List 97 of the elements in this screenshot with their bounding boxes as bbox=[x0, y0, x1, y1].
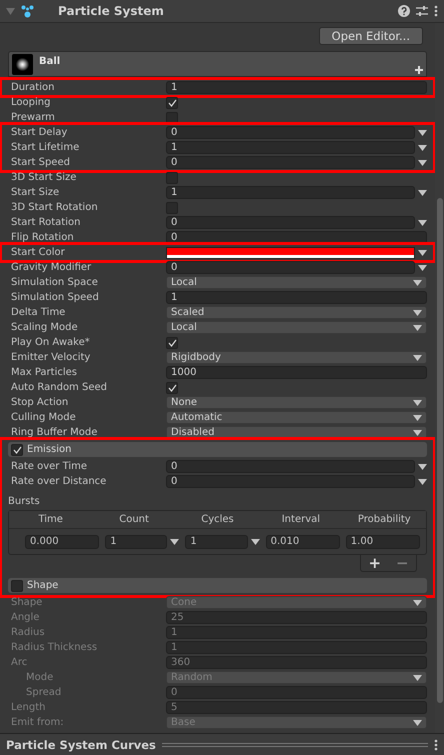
property-label: Arc bbox=[11, 657, 28, 668]
dropdown-arrow-icon[interactable] bbox=[250, 538, 260, 544]
module-header[interactable]: Shape bbox=[8, 578, 427, 593]
dropdown-arrow-icon[interactable] bbox=[418, 190, 427, 196]
property-label: Spread bbox=[26, 687, 62, 698]
column-header: Cycles bbox=[200, 514, 235, 525]
number-field[interactable]: 0 bbox=[166, 126, 415, 139]
dropdown-field[interactable]: None bbox=[166, 396, 427, 409]
number-field[interactable]: 0 bbox=[166, 156, 415, 169]
property-label: Start Rotation bbox=[11, 217, 82, 228]
property-label: Emit from: bbox=[11, 717, 65, 728]
checkmark-icon bbox=[168, 98, 176, 106]
column-header: Count bbox=[118, 514, 150, 525]
column-header: Interval bbox=[280, 514, 322, 525]
dropdown-field[interactable]: Automatic bbox=[166, 411, 427, 424]
checkbox[interactable] bbox=[166, 112, 178, 124]
number-field[interactable]: 1 bbox=[166, 141, 415, 154]
property-label: Looping bbox=[11, 97, 52, 108]
add-button[interactable]: + bbox=[364, 556, 386, 570]
checkbox[interactable] bbox=[11, 580, 23, 592]
number-field[interactable]: 0.000 bbox=[25, 534, 100, 548]
number-field[interactable]: 1 bbox=[166, 186, 415, 199]
module-title: Shape bbox=[27, 580, 58, 591]
dropdown-field[interactable]: Scaled bbox=[166, 306, 427, 319]
dropdown-field[interactable]: Local bbox=[166, 321, 427, 334]
property-label: Prewarm bbox=[11, 112, 56, 123]
property-label: Simulation Space bbox=[11, 277, 99, 288]
checkmark-icon bbox=[168, 338, 176, 346]
property-label: Gravity Modifier bbox=[11, 262, 92, 273]
dropdown-field[interactable]: Local bbox=[166, 276, 427, 289]
property-label: Duration bbox=[11, 82, 56, 93]
more-options-icon[interactable] bbox=[434, 738, 438, 750]
property-label: 3D Start Rotation bbox=[11, 202, 99, 213]
particle-texture-thumbnail bbox=[12, 54, 33, 75]
property-label: Flip Rotation bbox=[11, 232, 75, 243]
property-label: 3D Start Size bbox=[11, 172, 78, 183]
column-header: Probability bbox=[356, 514, 412, 525]
property-label: Mode bbox=[26, 672, 54, 683]
property-label: Start Color bbox=[11, 247, 66, 258]
component-title: Particle System bbox=[58, 4, 165, 18]
sliders-icon[interactable] bbox=[416, 5, 428, 17]
property-label: Culling Mode bbox=[11, 412, 77, 423]
property-label: Start Size bbox=[11, 187, 60, 198]
number-field[interactable]: 0 bbox=[166, 216, 415, 229]
open-editor-button[interactable]: Open Editor... bbox=[318, 27, 423, 45]
number-field[interactable]: 1.00 bbox=[346, 534, 420, 548]
module-title: Emission bbox=[27, 444, 72, 455]
checkbox[interactable] bbox=[166, 336, 178, 348]
property-label: Angle bbox=[11, 612, 40, 623]
number-field[interactable]: 1 bbox=[185, 534, 248, 548]
number-field[interactable]: 1 bbox=[166, 291, 427, 304]
module-title: Ball bbox=[39, 56, 60, 67]
property-label: Scaling Mode bbox=[11, 322, 79, 333]
property-label: Rate over Distance bbox=[11, 476, 108, 487]
plus-icon[interactable] bbox=[415, 66, 423, 74]
number-field[interactable]: 0 bbox=[166, 460, 415, 473]
number-field[interactable]: 0 bbox=[166, 475, 415, 488]
dropdown-arrow-icon[interactable] bbox=[170, 538, 180, 544]
column-header: Time bbox=[37, 514, 64, 525]
property-label: Radius bbox=[11, 627, 46, 638]
checkmark-icon bbox=[168, 384, 176, 392]
dropdown-field[interactable]: Rigidbody bbox=[166, 351, 427, 364]
number-field[interactable]: 0 bbox=[166, 261, 415, 274]
property-label: Length bbox=[11, 702, 46, 713]
bursts-label: Bursts bbox=[8, 496, 41, 507]
property-label: Stop Action bbox=[11, 397, 70, 408]
property-label: Ring Buffer Mode bbox=[11, 427, 98, 438]
number-field[interactable]: 0.010 bbox=[266, 534, 340, 548]
more-options-icon[interactable] bbox=[434, 5, 438, 17]
dropdown-arrow-icon[interactable] bbox=[413, 354, 422, 360]
property-label: Radius Thickness bbox=[11, 642, 98, 653]
property-label: Play On Awake* bbox=[11, 337, 91, 348]
property-label: Auto Random Seed bbox=[11, 382, 108, 393]
checkmark-icon bbox=[12, 446, 22, 454]
module-header[interactable]: Ball bbox=[8, 51, 427, 77]
particle-system-icon bbox=[21, 4, 34, 18]
checkbox[interactable] bbox=[166, 96, 178, 108]
property-label: Start Speed bbox=[11, 157, 71, 168]
property-label: Start Delay bbox=[11, 127, 68, 138]
number-field[interactable]: 1 bbox=[166, 81, 427, 94]
number-field[interactable]: 1 bbox=[105, 534, 168, 548]
property-label: Start Lifetime bbox=[11, 142, 80, 153]
property-label: Rate over Time bbox=[11, 461, 88, 472]
help-icon[interactable] bbox=[398, 5, 410, 17]
property-label: Simulation Speed bbox=[11, 292, 100, 303]
checkbox[interactable] bbox=[166, 382, 178, 394]
checkbox[interactable] bbox=[11, 444, 23, 456]
color-field[interactable] bbox=[166, 246, 415, 258]
checkbox[interactable] bbox=[166, 172, 178, 184]
number-field[interactable]: 1000 bbox=[166, 366, 427, 379]
property-label: Delta Time bbox=[11, 307, 66, 318]
property-label: Max Particles bbox=[11, 367, 78, 378]
dropdown-arrow-icon[interactable] bbox=[418, 220, 427, 226]
property-label: Emitter Velocity bbox=[11, 352, 92, 363]
module-header[interactable]: Emission bbox=[8, 442, 427, 457]
property-label: Shape bbox=[11, 597, 44, 608]
panel-title: Particle System Curves bbox=[6, 738, 156, 752]
